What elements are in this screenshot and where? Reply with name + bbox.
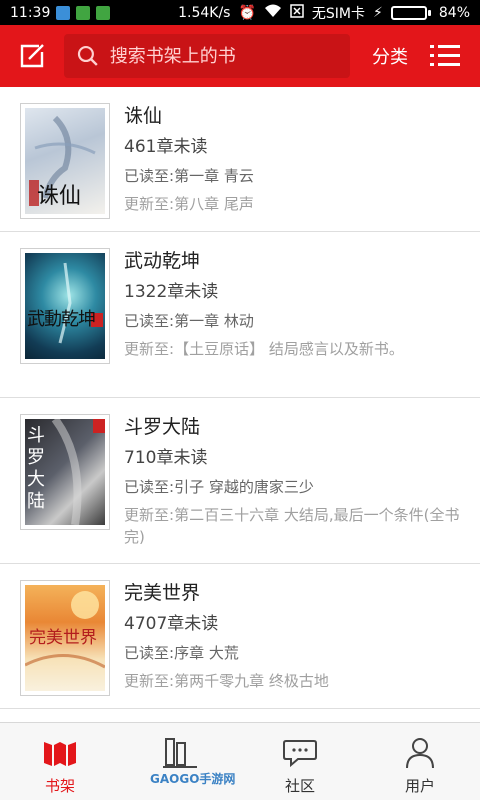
notification-icon [76,5,91,20]
read-chapter: 序章 大荒 [174,644,239,662]
book-item[interactable]: 斗罗大陆 斗罗大陆 710章未读 已读至:引子 穿越的唐家三少 更新至:第二百三… [0,398,480,564]
read-label: 已读至: [124,312,175,330]
tab-bookshelf[interactable]: 书架 [0,723,120,800]
menu-button[interactable] [428,39,462,73]
read-chapter: 引子 穿越的唐家三少 [174,478,314,496]
user-icon [406,738,434,769]
list-menu-icon [430,45,460,66]
cover-title: 斗罗大陆 [27,425,45,512]
read-chapter: 第一章 青云 [174,167,254,185]
unread-count: 1322章未读 [124,282,219,302]
book-info: 完美世界 4707章未读 已读至:序章 大荒 更新至:第两千零九章 终极古地 [124,580,464,692]
status-left: 11:39 [10,4,111,21]
search-icon [77,45,98,66]
battery-icon [390,5,431,20]
update-chapter: 【土豆原话】 结局感言以及新书。 [174,340,404,358]
update-label: 更新至: [124,195,175,213]
read-label: 已读至: [124,644,175,662]
cover-title: 诛仙 [37,184,82,209]
alarm-icon: ⏰ [238,4,256,21]
book-cover: 诛仙 [20,103,110,219]
status-bar: 11:39 1.54K/s ⏰ 无SIM卡 ⚡ 84% [0,0,480,25]
tab-bookstore[interactable] [120,723,240,800]
tab-label: 书架 [44,777,75,795]
update-chapter: 第八章 尾声 [174,195,254,213]
tab-label: 用户 [404,777,435,795]
update-chapter: 第二百三十六章 大结局,最后一个条件(全书完) [124,506,460,546]
bookshelf-icon [44,742,76,766]
read-label: 已读至: [124,478,175,496]
update-label: 更新至: [124,672,175,690]
cover-title: 完美世界 [29,628,97,648]
book-cover: 武動乾坤 [20,248,110,364]
bookshelf-list[interactable]: 诛仙 诛仙 461章未读 已读至:第一章 青云 更新至:第八章 尾声 武動乾坤 [0,87,480,722]
update-chapter: 第两千零九章 终极古地 [174,672,329,690]
unread-count: 461章未读 [124,137,208,157]
read-progress: 已读至:引子 穿越的唐家三少 [124,476,464,498]
read-label: 已读至: [124,167,175,185]
read-progress: 已读至:第一章 林动 [124,310,464,332]
android-icon [96,5,111,20]
book-cover: 斗罗大陆 [20,414,110,530]
network-speed: 1.54K/s [178,4,231,21]
sim-status: 无SIM卡 [311,5,366,22]
chat-icon [283,740,317,768]
update-label: 更新至: [124,506,175,524]
battery-percent: 84% [438,4,470,21]
book-info: 斗罗大陆 710章未读 已读至:引子 穿越的唐家三少 更新至:第二百三十六章 大… [124,414,464,548]
read-progress: 已读至:序章 大荒 [124,642,464,664]
book-cover: 完美世界 [20,580,110,696]
read-progress: 已读至:第一章 青云 [124,165,464,187]
watermark-logo: GAOGO手游网 [150,772,236,786]
book-title: 武动乾坤 [124,250,201,272]
search-box[interactable] [64,34,350,78]
search-input[interactable] [109,45,338,67]
book-info: 诛仙 461章未读 已读至:第一章 青云 更新至:第八章 尾声 [124,103,464,215]
app-root: 11:39 1.54K/s ⏰ 无SIM卡 ⚡ 84% 搜索书架上的书 分类 诛… [0,0,480,800]
book-item[interactable]: 诛仙 诛仙 461章未读 已读至:第一章 青云 更新至:第八章 尾声 [0,87,480,232]
book-item[interactable]: 武動乾坤 武动乾坤 1322章未读 已读至:第一章 林动 更新至:【土豆原话】 … [0,232,480,398]
top-bar: 分类 [0,25,480,87]
cover-title: 武動乾坤 [27,309,96,330]
book-title: 斗罗大陆 [124,416,201,438]
book-title: 完美世界 [124,582,201,604]
wifi-icon [264,4,282,22]
edit-icon [20,44,44,68]
status-right: 1.54K/s ⏰ 无SIM卡 ⚡ 84% [178,3,470,23]
tab-user[interactable]: 用户 [360,723,480,800]
books-icon [163,738,197,768]
edit-button[interactable] [12,36,52,76]
tab-community[interactable]: 社区 [240,723,360,800]
book-title: 诛仙 [124,105,163,127]
unread-count: 4707章未读 [124,614,219,634]
tab-label: 社区 [284,777,315,795]
status-time: 11:39 [10,4,51,21]
category-button[interactable]: 分类 [372,43,408,69]
no-sim-icon [290,3,304,22]
latest-update: 更新至:第两千零九章 终极古地 [124,670,464,692]
book-info: 武动乾坤 1322章未读 已读至:第一章 林动 更新至:【土豆原话】 结局感言以… [124,248,464,360]
latest-update: 更新至:第八章 尾声 [124,193,464,215]
latest-update: 更新至:第二百三十六章 大结局,最后一个条件(全书完) [124,504,464,548]
book-item[interactable]: 完美世界 完美世界 4707章未读 已读至:序章 大荒 更新至:第两千零九章 终… [0,564,480,709]
bottom-nav: 书架 社区 用户 [0,722,480,800]
read-chapter: 第一章 林动 [174,312,254,330]
latest-update: 更新至:【土豆原话】 结局感言以及新书。 [124,338,464,360]
charging-icon: ⚡ [373,4,383,21]
usb-icon [56,5,71,20]
update-label: 更新至: [124,340,175,358]
unread-count: 710章未读 [124,448,208,468]
